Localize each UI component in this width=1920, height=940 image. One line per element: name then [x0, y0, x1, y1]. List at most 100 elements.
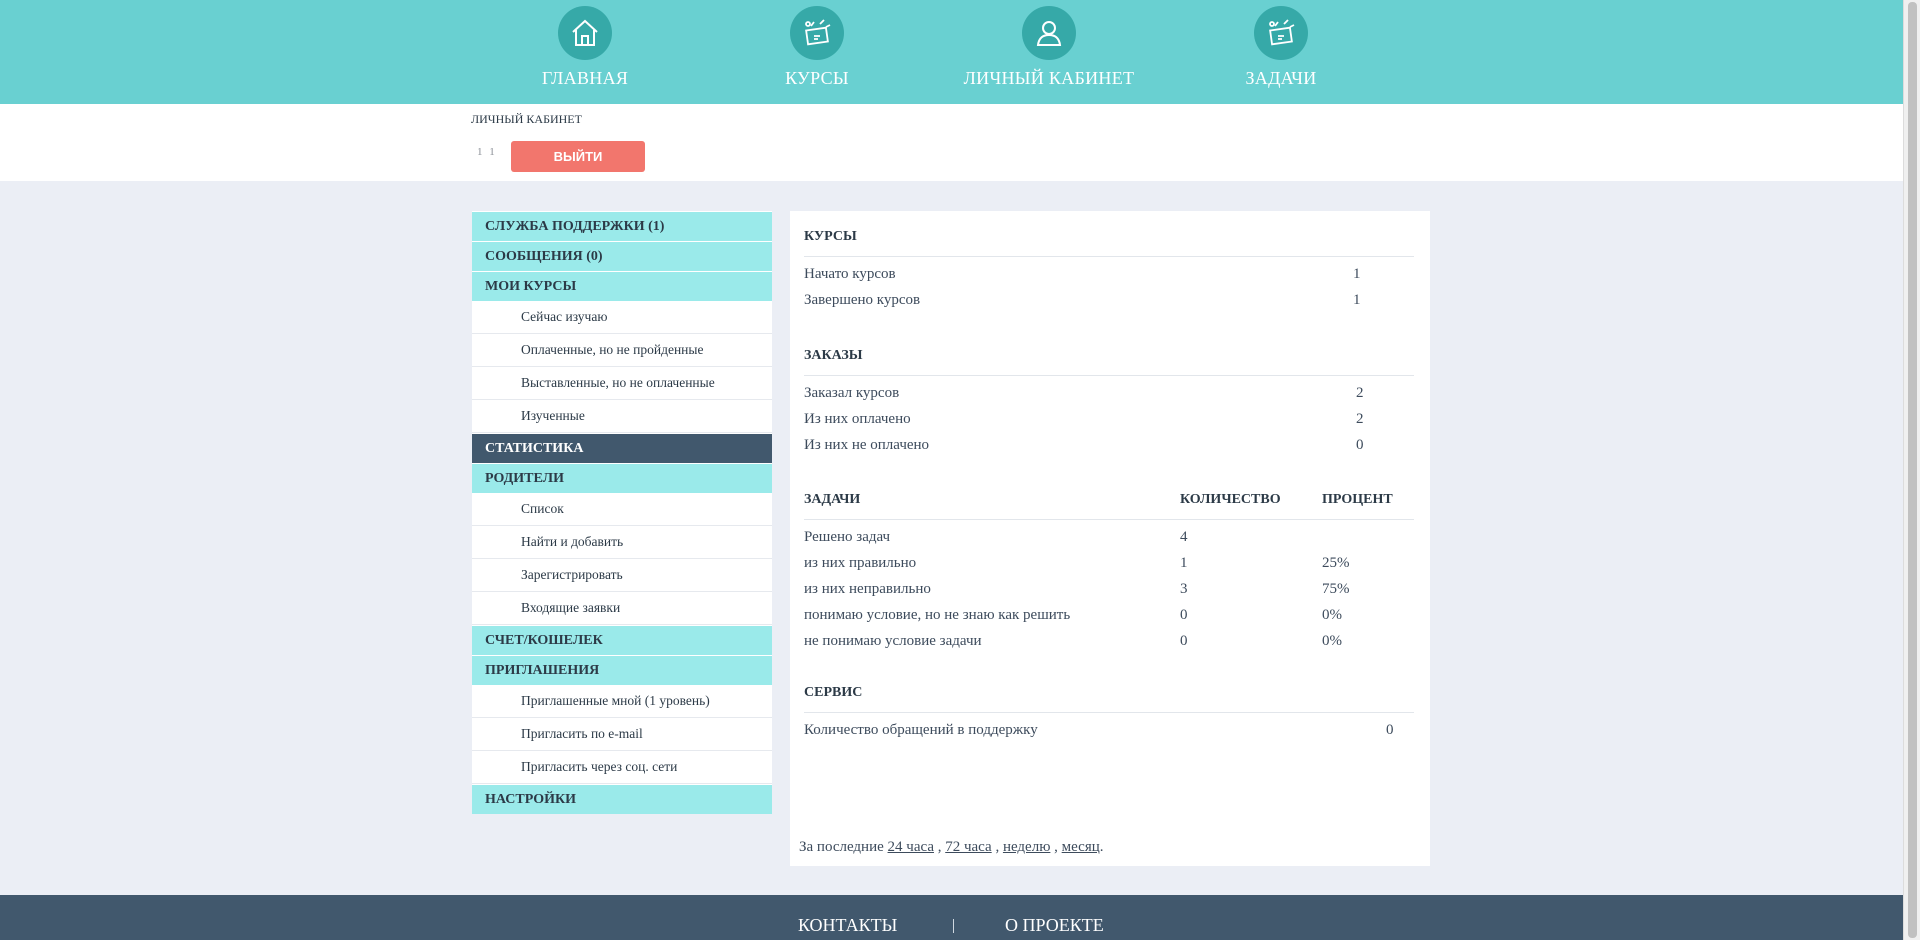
stat-value: 2 [1356, 385, 1364, 401]
sidebar-subitem-invoiced-not-paid[interactable]: Выставленные, но не оплаченные [472, 367, 772, 400]
home-icon [558, 6, 612, 60]
stat-label: из них правильно [804, 555, 917, 571]
sidebar-subitem-invited-by-me[interactable]: Приглашенные мной (1 уровень) [472, 685, 772, 718]
service-section: СЕРВИС Количество обращений в поддержку … [804, 673, 1414, 743]
stat-label: Из них не оплачено [804, 437, 930, 453]
footer-divider [953, 919, 954, 933]
sidebar-subitem-invite-email[interactable]: Пригласить по e-mail [472, 718, 772, 751]
nav-home[interactable]: ГЛАВНАЯ [475, 6, 695, 89]
nav-courses-label: КУРСЫ [785, 68, 849, 88]
stat-label: понимаю условие, но не знаю как решить [804, 607, 1071, 623]
stat-row: Из них не оплачено 0 [804, 432, 1414, 458]
stat-label: не понимаю условие задачи [804, 633, 982, 649]
page-scrollbar[interactable] [1903, 0, 1920, 940]
stat-count: 0 [1180, 633, 1188, 649]
sidebar-item-parents[interactable]: РОДИТЕЛИ [472, 463, 772, 493]
sidebar-subitem-incoming-requests[interactable]: Входящие заявки [472, 592, 772, 625]
column-header-percent: ПРОЦЕНТ [1322, 492, 1393, 507]
stat-row: Заказал курсов 2 [804, 380, 1414, 406]
column-header-count: КОЛИЧЕСТВО [1180, 492, 1281, 507]
footer-about-link[interactable]: О ПРОЕКТЕ [1005, 915, 1104, 936]
stat-percent: 0% [1322, 607, 1342, 623]
stat-label: Начато курсов [804, 266, 896, 282]
sidebar-item-messages[interactable]: СООБЩЕНИЯ (0) [472, 241, 772, 271]
section-title: ЗАДАЧИ [804, 492, 861, 507]
nav-courses[interactable]: КУРСЫ [707, 6, 927, 89]
nav-cabinet-label: ЛИЧНЫЙ КАБИНЕТ [963, 68, 1135, 88]
sidebar-subitem-studying[interactable]: Сейчас изучаю [472, 301, 772, 334]
stat-value: 1 [1353, 266, 1361, 282]
sidebar-item-invites[interactable]: ПРИГЛАШЕНИЯ [472, 655, 772, 685]
nav-cabinet[interactable]: ЛИЧНЫЙ КАБИНЕТ [939, 6, 1159, 89]
sidebar-subitem-paid-not-passed[interactable]: Оплаченные, но не пройденные [472, 334, 772, 367]
user-id: 1 1 [477, 146, 497, 158]
courses-section: КУРСЫ Начато курсов 1 Завершено курсов 1 [804, 217, 1414, 313]
breadcrumb: ЛИЧНЫЙ КАБИНЕТ [471, 112, 582, 126]
period-separator: , [1050, 839, 1062, 855]
stat-label: Из них оплачено [804, 411, 911, 427]
sidebar-subitem-completed[interactable]: Изученные [472, 400, 772, 433]
scrollbar-thumb[interactable] [1908, 2, 1917, 938]
section-title: ЗАКАЗЫ [804, 336, 1414, 376]
period-filter: За последние 24 часа , 72 часа , неделю … [799, 839, 1104, 856]
stat-row: Начато курсов 1 [804, 261, 1414, 287]
stat-row: Завершено курсов 1 [804, 287, 1414, 313]
period-week-link[interactable]: неделю [1003, 839, 1050, 855]
nav-tasks[interactable]: ЗАДАЧИ [1171, 6, 1391, 89]
top-navigation: ГЛАВНАЯ КУРСЫ ЛИЧНЫЙ КАБИНЕТ ЗАДАЧИ [0, 0, 1903, 104]
nav-tasks-label: ЗАДАЧИ [1245, 68, 1317, 88]
sidebar-subitem-find-add[interactable]: Найти и добавить [472, 526, 772, 559]
tasks-icon [1254, 6, 1308, 60]
stat-count: 4 [1180, 529, 1188, 545]
user-icon [1022, 6, 1076, 60]
footer-contacts-link[interactable]: КОНТАКТЫ [798, 915, 897, 936]
stat-count: 1 [1180, 555, 1188, 571]
period-72h-link[interactable]: 72 часа [945, 839, 991, 855]
section-title: СЕРВИС [804, 673, 1414, 713]
stat-label: Завершено курсов [804, 292, 921, 308]
stat-label: из них неправильно [804, 581, 931, 597]
stat-row: из них правильно 1 25% [804, 550, 1414, 576]
period-prefix: За последние [799, 839, 884, 855]
user-bar: ЛИЧНЫЙ КАБИНЕТ 1 1 ВЫЙТИ [0, 104, 1903, 181]
stat-row: Количество обращений в поддержку 0 [804, 717, 1414, 743]
sidebar-subitem-register[interactable]: Зарегистрировать [472, 559, 772, 592]
stat-count: 0 [1180, 607, 1188, 623]
stat-row: Решено задач 4 [804, 524, 1414, 550]
sidebar-item-wallet[interactable]: СЧЕТ/КОШЕЛЕК [472, 625, 772, 655]
sidebar-item-settings[interactable]: НАСТРОЙКИ [472, 784, 772, 814]
stat-percent: 75% [1322, 581, 1350, 597]
period-month-link[interactable]: месяц [1062, 839, 1100, 855]
stat-value: 1 [1353, 292, 1361, 308]
statistics-panel: КУРСЫ Начато курсов 1 Завершено курсов 1… [790, 211, 1430, 866]
sidebar-item-support[interactable]: СЛУЖБА ПОДДЕРЖКИ (1) [472, 211, 772, 241]
stat-row: понимаю условие, но не знаю как решить 0… [804, 602, 1414, 628]
stat-row: не понимаю условие задачи 0 0% [804, 628, 1414, 654]
logout-button[interactable]: ВЫЙТИ [511, 141, 645, 172]
sidebar-menu: СЛУЖБА ПОДДЕРЖКИ (1) СООБЩЕНИЯ (0) МОИ К… [472, 211, 772, 814]
stat-row: Из них оплачено 2 [804, 406, 1414, 432]
stat-percent: 25% [1322, 555, 1350, 571]
stat-percent: 0% [1322, 633, 1342, 649]
nav-home-label: ГЛАВНАЯ [541, 68, 629, 88]
orders-section: ЗАКАЗЫ Заказал курсов 2 Из них оплачено … [804, 336, 1414, 458]
site-footer: КОНТАКТЫ О ПРОЕКТЕ [0, 895, 1903, 940]
period-24h-link[interactable]: 24 часа [888, 839, 934, 855]
stat-label: Решено задач [804, 529, 891, 545]
sidebar-item-my-courses[interactable]: МОИ КУРСЫ [472, 271, 772, 301]
stat-value: 0 [1386, 722, 1394, 738]
stat-value: 2 [1356, 411, 1364, 427]
sidebar-subitem-parents-list[interactable]: Список [472, 493, 772, 526]
sidebar-subitem-invite-social[interactable]: Пригласить через соц. сети [472, 751, 772, 784]
period-end: . [1099, 839, 1104, 855]
sidebar-item-statistics[interactable]: СТАТИСТИКА [472, 433, 772, 463]
stat-value: 0 [1356, 437, 1364, 453]
stat-row: из них неправильно 3 75% [804, 576, 1414, 602]
stat-label: Заказал курсов [804, 385, 900, 401]
stat-count: 3 [1180, 581, 1188, 597]
courses-icon [790, 6, 844, 60]
section-header: ЗАДАЧИ КОЛИЧЕСТВО ПРОЦЕНТ [804, 480, 1414, 520]
period-separator: , [991, 839, 1003, 855]
tasks-section: ЗАДАЧИ КОЛИЧЕСТВО ПРОЦЕНТ Решено задач 4… [804, 480, 1414, 654]
stat-label: Количество обращений в поддержку [804, 722, 1038, 738]
